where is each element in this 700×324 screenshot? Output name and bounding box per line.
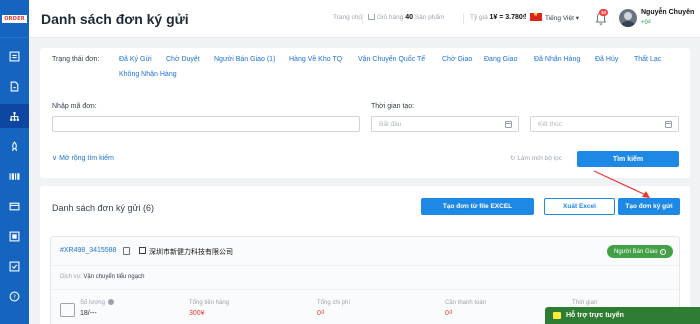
reset-filter-label: Làm mới bộ lọc [517,155,562,162]
home-link[interactable]: Trang chủ [333,14,362,21]
expand-search-link[interactable]: ∨ Mở rộng tìm kiếm [52,154,114,162]
status-hang-ve-kho[interactable]: Hàng Về Kho TQ [289,56,342,63]
wallet-icon[interactable] [0,194,29,218]
export-excel-button[interactable]: Xuất Excel [544,198,615,215]
service-value: Vận chuyển tiểu ngạch [83,274,145,280]
user-balance: +0₫ [641,20,651,26]
search-button[interactable]: Tìm kiếm [577,151,679,167]
import-excel-button[interactable]: Tạo đơn từ file EXCEL [421,198,534,215]
quantity-label: Số lượng [80,300,105,306]
service-info: Dịch vụ: Vận chuyển tiểu ngạch [60,274,144,280]
vietnam-flag-icon[interactable] [530,11,542,21]
order-list-panel: Danh sách đơn ký gửi (6) Tạo đơn từ file… [40,186,690,324]
list-icon[interactable] [0,44,29,68]
created-time-label: Thời gian tạo: [371,103,415,110]
end-date-placeholder: Kết thúc [538,121,562,128]
reset-filter-link[interactable]: ↻ Làm mới bộ lọc [510,154,562,162]
page-title: Danh sách đơn ký gửi [41,11,189,27]
create-order-button[interactable]: Tạo đơn ký gửi [618,198,680,215]
status-badge-label: Người Bán Giao [614,248,658,255]
status-cho-duyet[interactable]: Chờ Duyệt [166,56,200,63]
chat-icon [553,312,561,319]
list-title: Danh sách đơn ký gửi (6) [52,203,154,213]
exchange-rate: Tỷ giá 1¥ = 3.780₫ [470,14,526,21]
info-icon: i [659,248,666,255]
svg-text:?: ? [13,294,16,300]
copy-icon[interactable] [123,247,130,255]
total-goods-value: 300¥ [189,310,205,317]
quantity-value: 18/--- [80,310,97,317]
status-that-lac[interactable]: Thất Lạc [634,56,661,63]
divider [362,13,363,24]
calendar-icon [505,121,512,128]
help-icon[interactable]: ? [0,284,29,308]
total-goods-label: Tổng tiền hàng [189,300,230,306]
network-icon[interactable] [0,104,29,128]
payment-due-value: 0₫ [445,310,453,317]
order-code-input[interactable] [52,116,360,132]
cart-label: Giỏ hàng [377,14,404,21]
start-date-placeholder: Bắt đầu [379,121,402,128]
calendar-icon [665,121,672,128]
status-khong-nhan-hang[interactable]: Không Nhận Hàng [119,71,177,78]
service-label: Dịch vụ: [60,274,82,280]
live-support-label: Hỗ trợ trực tuyến [566,312,624,319]
rate-value: 1¥ = 3.780₫ [489,14,527,21]
expand-search-label: Mở rộng tìm kiếm [59,155,114,162]
time-label: Thời gian [572,300,598,306]
status-badge: Người Bán Giao i [607,245,673,258]
barcode-icon[interactable] [0,164,29,188]
top-header: Danh sách đơn ký gửi Trang chủ Giỏ hàng … [29,0,700,38]
notification-badge: 10 [599,9,609,16]
status-dang-giao[interactable]: Đang Giao [484,56,517,63]
ticket-icon[interactable] [0,224,29,248]
language-selector[interactable]: Tiếng Việt ▾ [545,14,579,22]
shop-icon [139,247,146,254]
divider [463,13,464,24]
filter-panel: Trạng thái đơn: Đã Ký Gửi Chờ Duyệt Ngườ… [40,48,690,178]
sidebar: ORDER ? [0,0,29,324]
chevron-down-icon: ∨ [52,155,58,162]
cart-summary[interactable]: Giỏ hàng 40 Sản phẩm [368,14,444,21]
total-cost-label: Tổng chi phí [317,300,351,306]
cart-unit: Sản phẩm [414,14,445,21]
divider [51,289,679,290]
refresh-icon: ↻ [510,155,516,162]
start-date-input[interactable]: Bắt đầu [371,116,519,132]
checklist-icon[interactable] [0,254,29,278]
divider [51,265,679,266]
status-filter-label: Trạng thái đơn: [52,56,100,63]
total-cost-value: 0₫ [317,310,325,317]
avatar[interactable] [619,9,637,27]
cart-icon [368,14,375,20]
status-van-chuyen-quoc-te[interactable]: Vận Chuyển Quốc Tế [358,56,425,63]
logo-mark: ORDER [2,14,27,23]
status-nguoi-ban-giao[interactable]: Người Bán Giao (1) [214,56,275,63]
info-icon [108,299,114,305]
end-date-input[interactable]: Kết thúc [530,116,679,132]
shop-name: 深圳市新健力科技有限公司 [149,248,233,256]
cart-count: 40 [405,14,413,21]
status-da-ky-gui[interactable]: Đã Ký Gửi [119,56,152,63]
status-cho-giao[interactable]: Chờ Giao [442,56,472,63]
rate-label: Tỷ giá [470,14,488,21]
live-support-button[interactable]: Hỗ trợ trực tuyến [545,307,700,324]
logo[interactable]: ORDER [0,0,29,38]
package-icon [60,303,75,317]
document-icon[interactable] [0,74,29,98]
status-da-nhan-hang[interactable]: Đã Nhận Hàng [534,56,580,63]
order-code-label: Nhập mã đơn: [52,103,97,110]
rocket-icon[interactable] [0,134,29,158]
status-da-huy[interactable]: Đã Hủy [595,56,618,63]
user-name[interactable]: Nguyễn Chuyên [641,9,694,16]
order-code[interactable]: #XR498_3415588 [60,247,116,254]
payment-due-label: Cần thanh toán [445,300,487,306]
language-label: Tiếng Việt [545,15,574,22]
